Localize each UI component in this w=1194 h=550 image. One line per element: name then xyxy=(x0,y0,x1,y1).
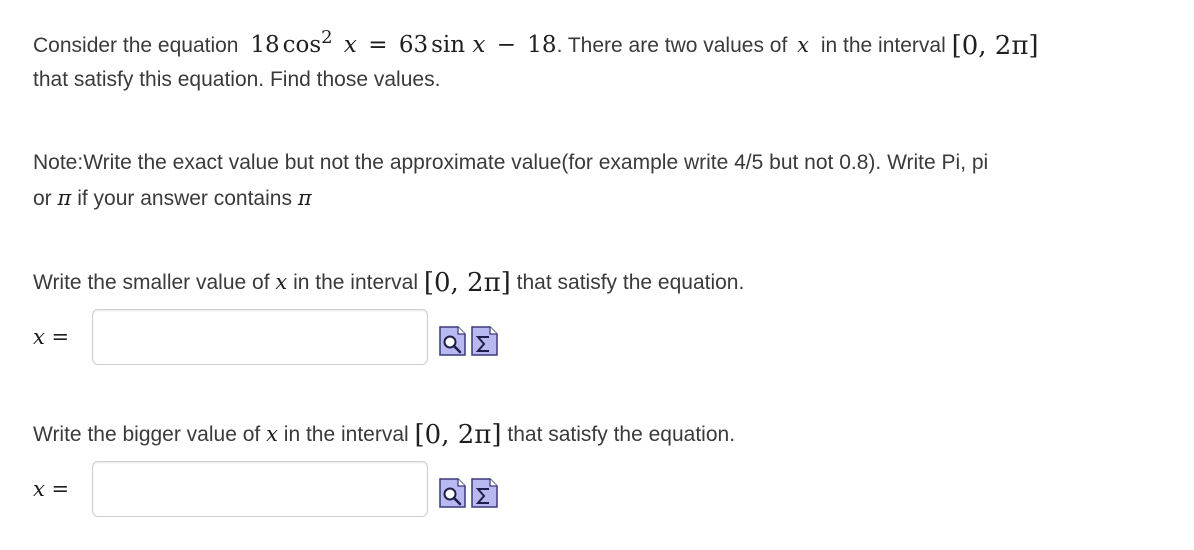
answer1-label: x = xyxy=(33,325,69,349)
problem-line2: that satisfy this equation. Find those v… xyxy=(33,68,441,91)
answer1-input[interactable] xyxy=(92,309,428,365)
answer-row-2: x = xyxy=(33,461,513,521)
eq-equals: = xyxy=(368,32,388,58)
question1-prompt: Write the smaller value of x in the inte… xyxy=(33,265,744,300)
question2-prompt: Write the bigger value of x in the inter… xyxy=(33,417,735,452)
question2-interval: [0, 2π] xyxy=(414,420,502,450)
eq-sin: sin xyxy=(431,32,466,58)
question1-interval: [0, 2π] xyxy=(423,268,511,298)
eq-var: x xyxy=(343,32,357,58)
note-if-contains: if your answer contains xyxy=(77,187,292,210)
note-or: or xyxy=(33,187,52,210)
question1-suffix: that satisfy the equation. xyxy=(516,271,745,294)
problem-in-interval: in the interval xyxy=(820,34,946,57)
eq-coef2: 63 xyxy=(398,32,429,58)
answer2-label-var: x xyxy=(33,477,45,501)
question1-middle: in the interval xyxy=(293,271,418,294)
question1-var: x xyxy=(275,270,288,294)
equation: 18 cos2 x = 63 sin x − 18 xyxy=(250,29,557,59)
pi-symbol-end: π xyxy=(297,186,312,210)
eq-cos: cos xyxy=(282,32,322,58)
answer1-label-var: x xyxy=(33,325,45,349)
eq-var-2: x xyxy=(472,32,486,58)
pi-symbol: π xyxy=(57,186,72,210)
problem-intro: Consider the equation xyxy=(33,34,239,57)
question2-prefix: Write the bigger value of xyxy=(33,423,261,446)
eq-const: 18 xyxy=(527,32,557,58)
preview-icon[interactable] xyxy=(439,326,466,356)
eq-exponent: 2 xyxy=(321,27,333,48)
problem-after-eq: . There are two values of xyxy=(556,34,788,57)
answer1-label-eq: = xyxy=(51,325,70,349)
problem-statement: Consider the equation 18 cos2 x = 63 sin x… xyxy=(33,28,1039,63)
problem-interval: [0, 2π] xyxy=(951,31,1039,61)
answer-row-1: x = xyxy=(33,309,513,369)
question2-suffix: that satisfy the equation. xyxy=(507,423,736,446)
question2-middle: in the interval xyxy=(283,423,409,446)
preview-icon[interactable] xyxy=(439,478,466,508)
answer2-label: x = xyxy=(33,477,69,501)
eq-coef1: 18 xyxy=(250,32,280,58)
question1-prefix: Write the smaller value of xyxy=(33,271,270,294)
sigma-icon[interactable] xyxy=(471,326,498,356)
problem-var: x xyxy=(797,33,809,57)
sigma-icon[interactable] xyxy=(471,478,498,508)
answer2-input[interactable] xyxy=(92,461,428,517)
note-line1: Note:Write the exact value but not the a… xyxy=(33,151,989,174)
eq-minus: − xyxy=(496,32,516,58)
note-line2: or π if your answer contains π xyxy=(33,181,312,216)
question2-var: x xyxy=(266,422,278,446)
answer2-label-eq: = xyxy=(51,477,70,501)
